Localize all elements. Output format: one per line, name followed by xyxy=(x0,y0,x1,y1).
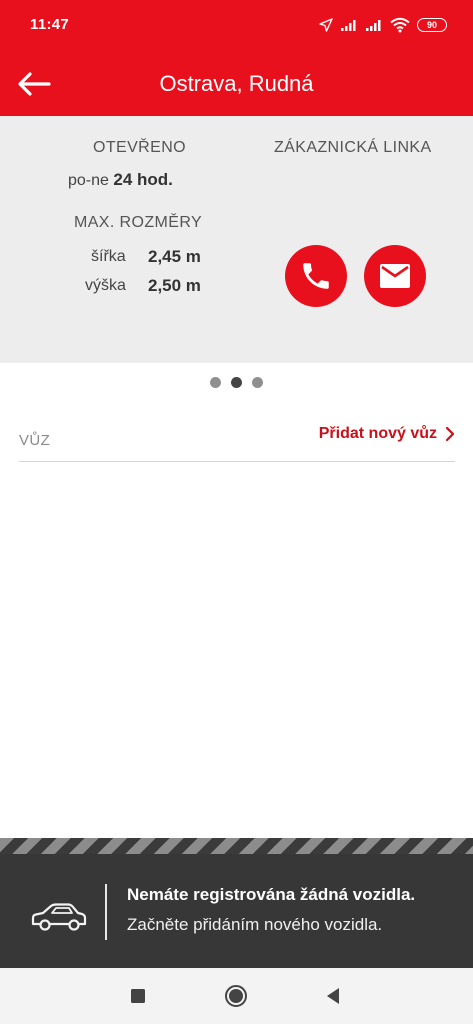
open-hours: po-ne 24 hod. xyxy=(68,170,173,190)
mail-icon xyxy=(380,264,410,288)
hours-value: 24 hod. xyxy=(113,170,173,189)
back-nav-button[interactable] xyxy=(319,982,347,1010)
car-icon xyxy=(31,903,87,931)
add-car-label: Přidat nový vůz xyxy=(318,425,437,442)
email-button[interactable] xyxy=(364,245,426,307)
customer-line-label: ZÁKAZNICKÁ LINKA xyxy=(274,139,432,156)
car-label: VŮZ xyxy=(19,432,51,449)
banner-subtitle: Začněte přidáním nového vozidla. xyxy=(127,915,383,934)
hazard-stripes xyxy=(0,838,473,854)
location-arrow-icon xyxy=(319,18,333,32)
page-dot[interactable] xyxy=(210,377,221,388)
banner-title: Nemáte registrována žádná vozidla. xyxy=(127,885,416,904)
page-indicator xyxy=(0,377,473,388)
page-title: Ostrava, Rudná xyxy=(159,71,314,96)
page-dot[interactable] xyxy=(252,377,263,388)
add-car-button[interactable]: Přidat nový vůz xyxy=(319,425,455,443)
hours-prefix: po-ne xyxy=(68,172,109,189)
station-info-panel: OTEVŘENO po-ne 24 hod. MAX. ROZMĚRY šířk… xyxy=(0,116,473,363)
system-nav-bar xyxy=(0,968,473,1024)
home-button[interactable] xyxy=(222,982,250,1010)
battery-icon: 90 xyxy=(417,18,447,32)
status-icons: 90 xyxy=(319,14,447,36)
max-dimensions-label: MAX. ROZMĚRY xyxy=(74,214,203,231)
status-bar: 11:47 90 xyxy=(0,0,473,52)
width-label: šířka xyxy=(91,248,126,265)
signal-icon xyxy=(341,20,356,31)
status-time: 11:47 xyxy=(30,16,70,33)
signal-icon xyxy=(366,20,381,31)
battery-level: 90 xyxy=(426,19,437,30)
wifi-icon xyxy=(390,17,410,33)
chevron-right-icon xyxy=(445,426,455,442)
car-section: VŮZ Přidat nový vůz xyxy=(19,418,455,462)
triangle-back-icon xyxy=(327,988,339,1004)
width-value: 2,45 m xyxy=(148,247,201,266)
page-dot-active[interactable] xyxy=(231,377,242,388)
phone-icon xyxy=(303,263,329,289)
call-button[interactable] xyxy=(285,245,347,307)
recents-button[interactable] xyxy=(124,982,152,1010)
circle-home-icon xyxy=(225,985,247,1007)
banner-divider xyxy=(105,884,107,940)
square-recents-icon xyxy=(131,989,145,1003)
open-label: OTEVŘENO xyxy=(93,139,186,156)
app-bar: Ostrava, Rudná xyxy=(0,52,473,116)
height-label: výška xyxy=(85,277,126,294)
height-value: 2,50 m xyxy=(148,276,201,295)
no-vehicles-banner: Nemáte registrována žádná vozidla. Začně… xyxy=(0,838,473,968)
